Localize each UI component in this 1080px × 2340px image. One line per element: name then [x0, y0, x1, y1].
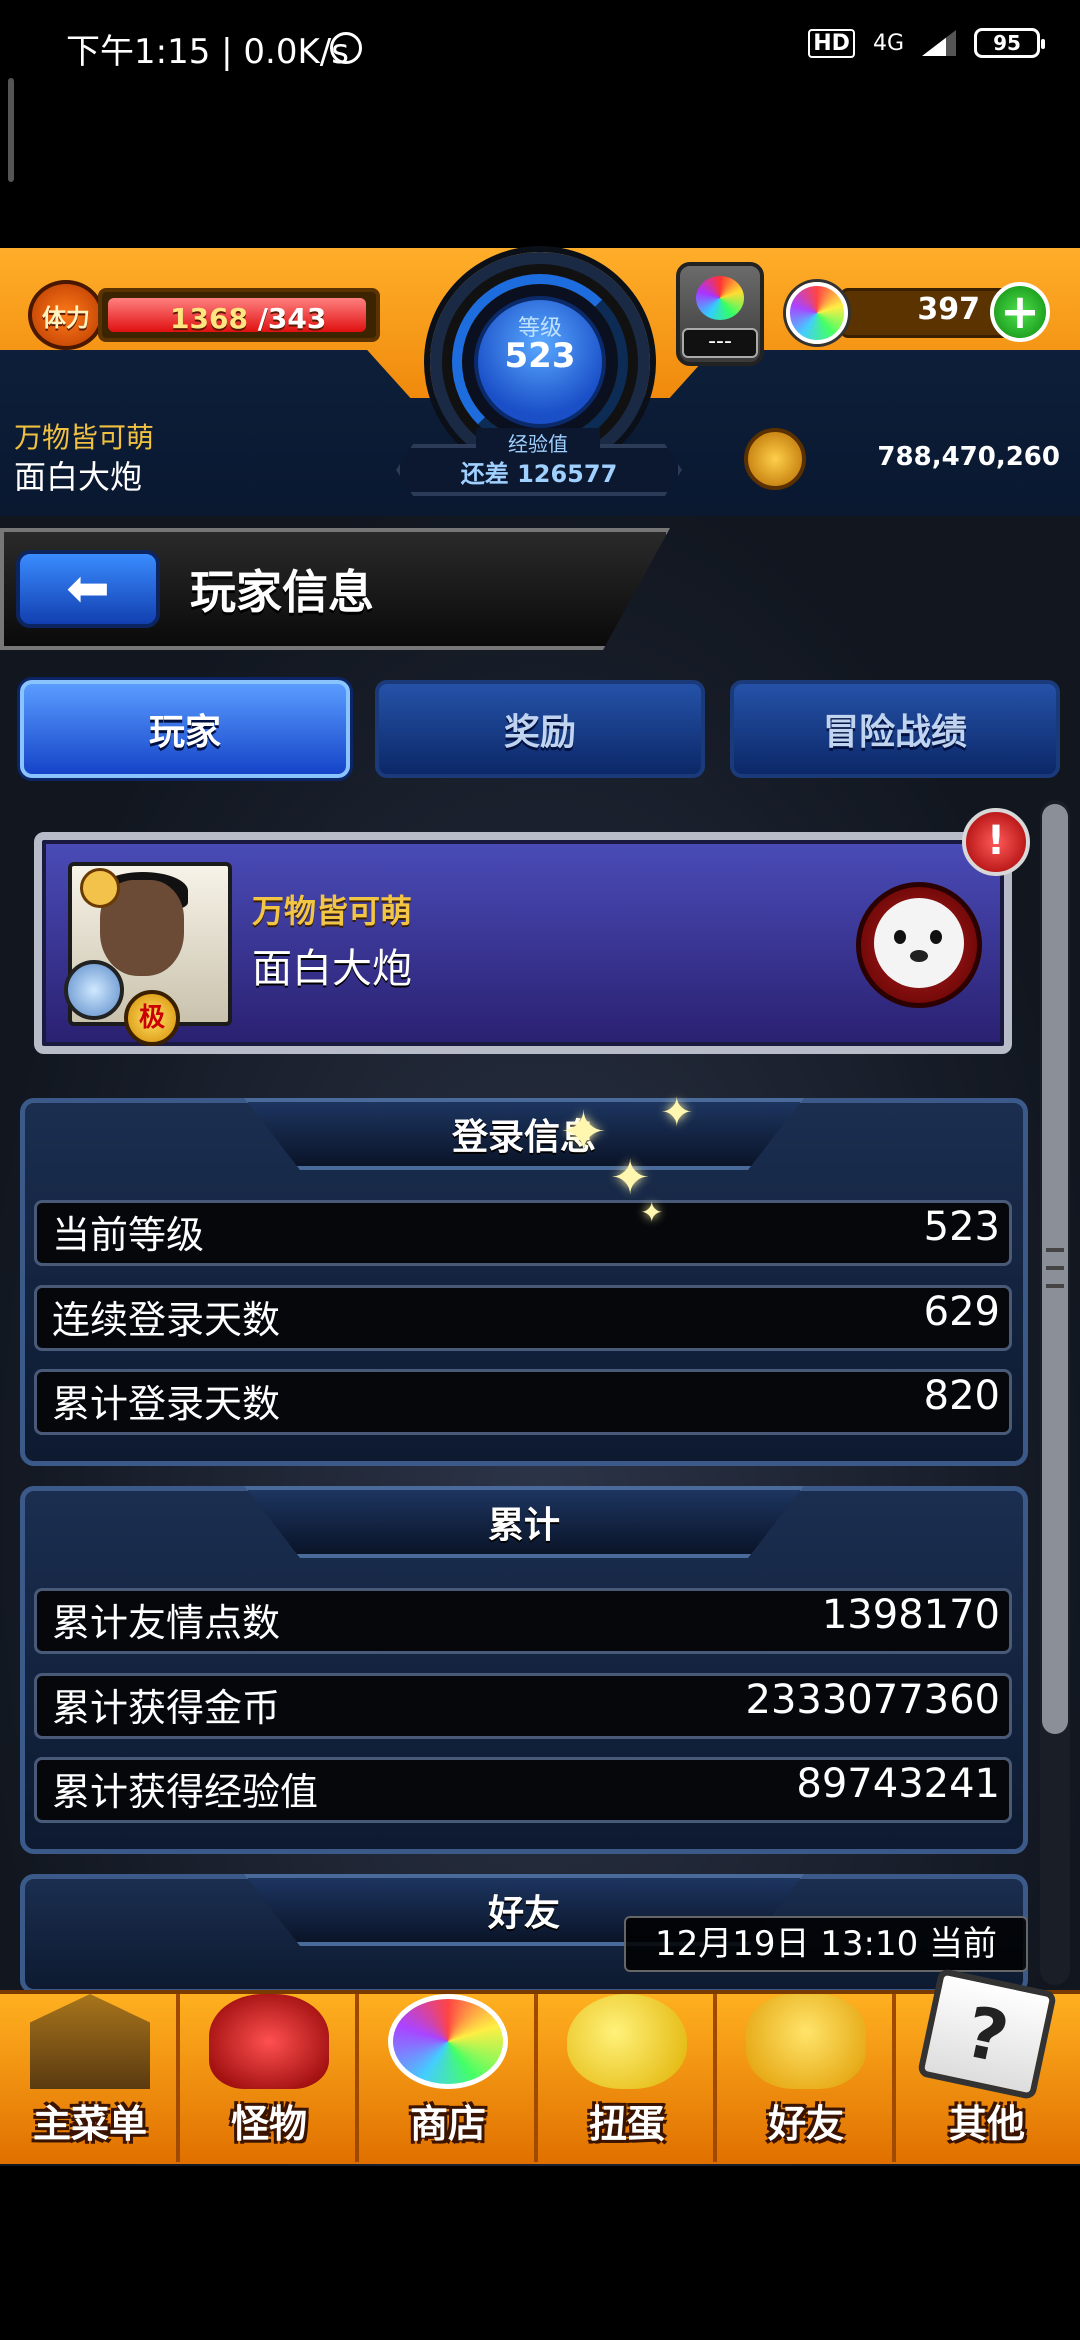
lotus-badge-icon — [64, 960, 124, 1020]
level-value: 523 — [504, 336, 576, 376]
nav-label: 商店 — [409, 2102, 486, 2146]
gem-ball-icon — [696, 276, 744, 320]
tab-player[interactable]: 玩家 — [20, 680, 350, 778]
tab-adventure-record[interactable]: 冒险战绩 — [730, 680, 1060, 778]
nav-label: 怪物 — [230, 2102, 307, 2146]
row-value: 1398170 — [821, 1592, 1000, 1638]
side-handle — [8, 78, 14, 182]
sparkle-icon: ✦ — [640, 1196, 664, 1229]
element-badge-icon — [80, 868, 120, 908]
dog-eye-left — [894, 930, 906, 944]
exp-label: 经验值 — [476, 428, 600, 457]
dog-eye-right — [930, 930, 942, 944]
dog-face-icon — [874, 898, 964, 988]
row-value: 89743241 — [796, 1761, 1000, 1807]
nav-monster[interactable]: 怪物 — [183, 1994, 359, 2162]
nav-label: 扭蛋 — [588, 2102, 665, 2146]
page-title: 玩家信息 — [190, 565, 374, 619]
nav-label: 好友 — [767, 2102, 844, 2146]
hd-icon: HD — [808, 28, 855, 58]
nav-other[interactable]: ? 其他 — [899, 1967, 1075, 2162]
rank-badge-icon: 极 — [124, 990, 180, 1046]
nav-label: 其他 — [948, 2102, 1025, 2146]
row-value: 629 — [923, 1289, 1000, 1335]
egg-icon — [567, 1994, 687, 2089]
coin-value: 788,470,260 — [877, 442, 1060, 472]
card-player-name: 面白大炮 — [252, 946, 412, 992]
coin-icon — [744, 428, 806, 490]
stamina-max: /343 — [257, 302, 327, 335]
exp-remaining: 还差 126577 — [460, 460, 618, 488]
alarm-clock-icon — [330, 32, 362, 64]
rainbow-orb-icon — [388, 1994, 508, 2089]
row-label: 累计友情点数 — [52, 1601, 281, 1645]
question-icon: ? — [916, 1967, 1058, 2101]
sparkle-icon: ✦ — [560, 1100, 607, 1165]
battery-icon: 95 — [974, 28, 1045, 58]
tab-reward[interactable]: 奖励 — [375, 680, 705, 778]
signal-icon — [922, 30, 956, 56]
stamina-current: 1368 — [170, 302, 248, 335]
back-button[interactable]: ⬅ — [16, 550, 160, 628]
row-value: 2333077360 — [745, 1677, 1001, 1723]
status-time: 下午1:15 | 0.0K/s — [66, 32, 349, 72]
sparkle-icon: ✦ — [660, 1090, 694, 1136]
stamina-value: 1368 /343 — [170, 302, 326, 335]
hud-player-name: 面白大炮 — [14, 458, 143, 496]
add-orb-button[interactable]: + — [990, 282, 1050, 342]
card-player-title: 万物皆可萌 — [252, 892, 413, 930]
row-value: 523 — [923, 1204, 1000, 1250]
row-label: 连续登录天数 — [52, 1298, 281, 1342]
row-value: 820 — [923, 1373, 1000, 1419]
nav-friends[interactable]: 好友 — [720, 1994, 896, 2162]
totals-header: 累计 — [244, 1486, 804, 1558]
row-label: 当前等级 — [52, 1213, 205, 1257]
network-icon: 4G — [872, 30, 904, 56]
system-nav-area — [0, 2166, 1080, 2340]
friends-icon — [746, 1994, 866, 2089]
stamina-icon: 体力 — [28, 280, 104, 350]
orb-count: 397 — [917, 292, 980, 327]
back-arrow-icon: ⬅ — [66, 559, 110, 619]
timestamp-overlay: 12月19日 13:10 当前 — [624, 1916, 1028, 1972]
hud-player-title: 万物皆可萌 — [14, 421, 155, 454]
gem-box-text: --- — [682, 328, 758, 358]
row-label: 累计获得金币 — [52, 1686, 281, 1730]
nav-label: 主菜单 — [32, 2102, 147, 2146]
rainbow-orb-icon — [786, 282, 848, 344]
row-label: 累计获得经验值 — [52, 1770, 319, 1814]
status-icons: HD 4G 95 — [808, 28, 1045, 58]
nav-shop[interactable]: 商店 — [362, 1994, 538, 2162]
login-info-header: 登录信息 — [244, 1098, 804, 1170]
nav-gacha[interactable]: 扭蛋 — [541, 1994, 717, 2162]
alert-icon[interactable]: ! — [962, 808, 1030, 876]
scrollbar-grip-icon — [1042, 1248, 1068, 1288]
row-label: 累计登录天数 — [52, 1382, 281, 1426]
monster-icon — [209, 1994, 329, 2089]
dog-nose — [910, 950, 928, 962]
castle-gate-icon — [30, 1994, 150, 2089]
nav-main-menu[interactable]: 主菜单 — [4, 1994, 180, 2162]
